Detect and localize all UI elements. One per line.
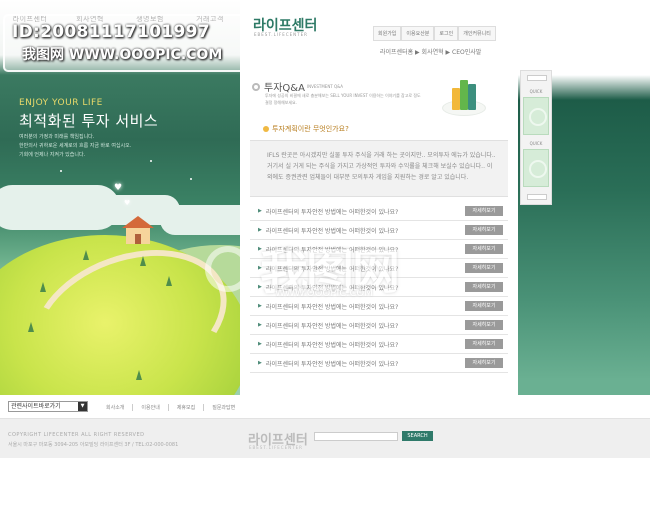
question-bullet-icon	[263, 126, 269, 132]
list-item[interactable]: ▶ 라이프센터의 투자안전 방법에는 어떠한것이 있나요? 자세히보기	[250, 316, 508, 335]
arrow-icon: ▶	[258, 360, 262, 366]
brand-subtitle: EBEST.LIFECENTER	[254, 32, 308, 37]
detail-button[interactable]: 자세히보기	[465, 282, 503, 292]
quick-label: QUICK	[529, 141, 543, 146]
utility-menu: 회원가입 이용요산분 로그인 개인커뮤니티	[373, 26, 496, 41]
list-item[interactable]: ▶ 라이프센터의 투자안전 방법에는 어떠한것이 있나요? 자세히보기	[250, 354, 508, 373]
tree-icon	[136, 370, 142, 380]
section-intro: 투자에 성공의 비결에 새로 충분해보는 SELL YOUR INVEST 이용…	[265, 93, 421, 105]
detail-button[interactable]: 자세히보기	[465, 320, 503, 330]
address-text: 서울시 마포구 마포동 3094-205 아모빌딩 라이프센터 3F / TEL…	[8, 442, 179, 448]
question-link[interactable]: 라이프센터의 투자안전 방법에는 어떠한것이 있나요?	[266, 207, 398, 216]
footer-brand-subtitle: EBEST.LIFECENTER	[249, 445, 303, 450]
question-link[interactable]: 라이프센터의 투자안전 방법에는 어떠한것이 있나요?	[266, 321, 398, 330]
page-title-en: INVESTMENT Q&A	[306, 84, 344, 89]
heart-icon: ♥	[114, 183, 123, 193]
faq-question-text: 투자계획이란 무엇인가요?	[272, 125, 349, 133]
list-item[interactable]: ▶ 라이프센터의 투자안전 방법에는 어떠한것이 있나요? 자세히보기	[250, 202, 508, 221]
sparkle-icon	[150, 160, 152, 162]
watermark-overlay: 我图网 WWW.OOOPIC.COM	[205, 230, 450, 315]
circle-bullet-icon	[252, 82, 260, 91]
quick-tile[interactable]	[523, 97, 549, 135]
tree-icon	[40, 282, 46, 292]
breadcrumb: 라이프센터홈 ▶ 회사연혁 ▶ CEO인사말	[380, 49, 482, 56]
hero-desc-line: 여러분의 가정과 미래를 책임집니다.	[19, 134, 95, 140]
quick-up-button[interactable]	[527, 75, 547, 81]
faq-answer-box: IFLS 란곳은 아시겠지만 실물 투자 주식을 거래 하는 곳이지만.. 모의…	[250, 140, 508, 197]
quick-label: QUICK	[529, 89, 543, 94]
bar-chart-icon	[440, 72, 488, 120]
watermark-id: ID:20081117101997	[12, 22, 210, 42]
search-button[interactable]: SEARCH	[402, 431, 433, 441]
related-sites-select[interactable]: 관련사이트바로가기 ▼	[8, 401, 88, 412]
question-link[interactable]: 라이프센터의 투자안전 방법에는 어떠한것이 있나요?	[266, 340, 398, 349]
arrow-icon: ▶	[258, 341, 262, 347]
login-link[interactable]: 로그인	[434, 26, 459, 41]
hero-desc-line: 기회에 언제나 지켜가 있습니다.	[19, 152, 86, 158]
list-item[interactable]: ▶ 라이프센터의 투자안전 방법에는 어떠한것이 있나요? 자세히보기	[250, 335, 508, 354]
main-content: 라이프센터 EBEST.LIFECENTER 회원가입 이용요산분 로그인 개인…	[240, 0, 518, 395]
sparkle-icon	[60, 170, 62, 172]
watermark-logo-icon	[205, 246, 251, 292]
faq-question: 투자계획이란 무엇인가요?	[263, 124, 349, 134]
faq-answer-text: IFLS 란곳은 아시겠지만 실물 투자 주식을 거래 하는 곳이지만.. 모의…	[267, 152, 496, 181]
related-sites-label: 관련사이트바로가기	[11, 403, 61, 410]
heart-icon: ♥	[124, 199, 131, 207]
detail-button[interactable]: 자세히보기	[465, 339, 503, 349]
question-link[interactable]: 라이프센터의 투자안전 방법에는 어떠한것이 있나요?	[266, 359, 398, 368]
chevron-down-icon[interactable]: ▼	[78, 402, 87, 411]
tree-icon	[140, 256, 146, 266]
terms-link[interactable]: 이용요산분	[401, 26, 435, 41]
detail-button[interactable]: 자세히보기	[465, 244, 503, 254]
footer-link-about[interactable]: 회사소개	[98, 404, 134, 411]
footer-links: 회사소개 이용안내 제휴모집 질문과답변	[98, 404, 243, 411]
watermark-site: 我图网 WWW.OOOPIC.COM	[22, 47, 223, 63]
community-link[interactable]: 개인커뮤니티	[458, 26, 496, 41]
quick-tile[interactable]	[523, 149, 549, 187]
footer-link-qna[interactable]: 질문과답변	[204, 404, 243, 411]
arrow-icon: ▶	[258, 322, 262, 328]
tree-icon	[83, 250, 89, 260]
detail-button[interactable]: 자세히보기	[465, 263, 503, 273]
quick-down-button[interactable]	[527, 194, 547, 200]
tree-icon	[28, 322, 34, 332]
detail-button[interactable]: 자세히보기	[465, 301, 503, 311]
hero-desc-line: 한반의사 귀하로운 세계로의 흐름 지금 바로 여십시오.	[19, 143, 132, 149]
search-input[interactable]	[314, 432, 398, 441]
hero-subtitle: ENJOY YOUR LIFE	[19, 98, 103, 108]
tree-icon	[166, 276, 172, 286]
signup-link[interactable]: 회원가입	[373, 26, 402, 41]
hero-title: 최적화된 투자 서비스	[19, 112, 159, 130]
quick-menu: QUICK QUICK	[520, 70, 552, 205]
detail-button[interactable]: 자세히보기	[465, 225, 503, 235]
footer-link-guide[interactable]: 이용안내	[133, 404, 169, 411]
sparkle-icon	[190, 178, 192, 180]
copyright-text: COPYRIGHT LIFECENTER ALL RIGHT RESERVED	[8, 432, 145, 438]
detail-button[interactable]: 자세히보기	[465, 206, 503, 216]
house-illustration	[122, 216, 154, 246]
hero-description: 여러분의 가정과 미래를 책임집니다. 한반의사 귀하로운 세계로의 흐름 지금…	[19, 133, 179, 160]
footer-link-partnership[interactable]: 제휴모집	[169, 404, 205, 411]
arrow-icon: ▶	[258, 208, 262, 214]
watermark-url: WWW.OOOPIC.COM	[275, 288, 373, 299]
detail-button[interactable]: 자세히보기	[465, 358, 503, 368]
